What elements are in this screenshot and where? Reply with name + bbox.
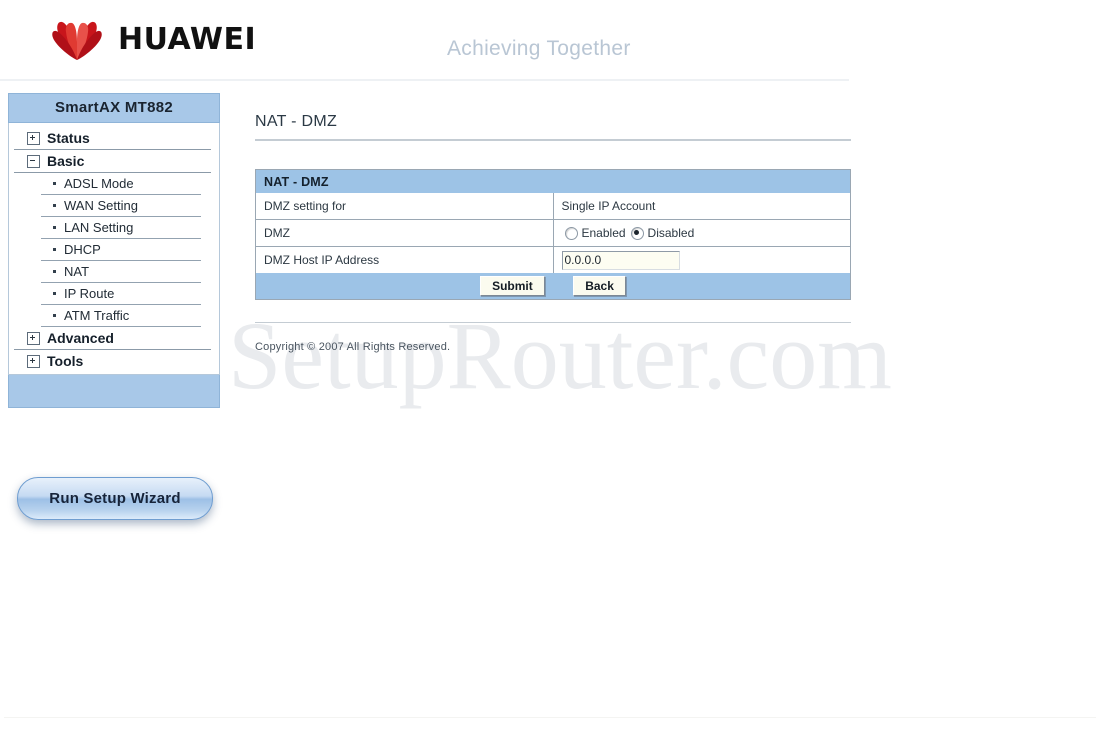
run-setup-wizard-button[interactable]: Run Setup Wizard [17,477,213,520]
plus-box-icon[interactable] [27,354,40,368]
sidebar-item-nat[interactable]: NAT [41,261,201,283]
sidebar-item-label: ATM Traffic [64,308,130,323]
huawei-flower-logo-icon [46,18,108,62]
bullet-icon [53,248,56,251]
content-divider [255,322,851,323]
dmz-setting-for-label: DMZ setting for [255,193,554,220]
page-title: NAT - DMZ [255,113,851,141]
sidebar-item-label: Basic [47,153,85,169]
slogan-text: Achieving Together [447,37,631,60]
sidebar-item-label: Tools [47,353,84,369]
main-content: NAT - DMZ NAT - DMZ DMZ setting for Sing… [255,113,851,353]
minus-box-icon[interactable] [27,154,40,168]
bullet-icon [53,226,56,229]
sidebar-item-label: Status [47,130,90,146]
sidebar-item-label: Advanced [47,330,114,346]
bullet-icon [53,270,56,273]
dmz-disabled-option[interactable]: Disabled [630,226,695,240]
sidebar-item-label: IP Route [64,286,115,301]
sidebar-title: SmartAX MT882 [8,93,220,123]
panel-header-row: NAT - DMZ [255,169,851,193]
sidebar-item-lan-setting[interactable]: LAN Setting [41,217,201,239]
dmz-host-ip-input[interactable] [561,250,680,270]
sidebar-item-label: DHCP [64,242,101,257]
panel-actions: Submit Back [255,273,851,300]
radio-unchecked-icon[interactable] [564,226,578,240]
copyright-text: Copyright © 2007 All Rights Reserved. [255,341,451,353]
page-bottom-divider [4,717,1096,718]
sidebar-item-label: WAN Setting [64,198,138,213]
sidebar-item-label: NAT [64,264,90,279]
bullet-icon [53,292,56,295]
sidebar-item-advanced[interactable]: Advanced [14,327,211,350]
plus-box-icon[interactable] [27,131,40,145]
brand-text: HUAWEI [118,22,257,57]
dmz-label: DMZ [255,219,554,247]
panel-footer-row: Submit Back [255,273,851,300]
dmz-enabled-option[interactable]: Enabled [564,226,626,240]
table-row: DMZ setting for Single IP Account [255,193,851,220]
sidebar-item-label: LAN Setting [64,220,134,235]
sidebar: SmartAX MT882 Status Basic ADSL Mode WAN… [8,93,220,408]
dmz-host-ip-label: DMZ Host IP Address [255,246,554,273]
table-row: DMZ Enabled Disabled [255,219,851,247]
dmz-setting-for-value: Single IP Account [553,193,851,220]
plus-box-icon[interactable] [27,331,40,345]
sidebar-item-basic[interactable]: Basic [14,150,211,173]
panel-title: NAT - DMZ [255,169,851,193]
dmz-host-ip-cell [553,246,851,273]
run-setup-wizard-label: Run Setup Wizard [49,490,181,507]
nat-dmz-panel: NAT - DMZ DMZ setting for Single IP Acco… [255,169,851,300]
page-header: HUAWEI Achieving Together [0,0,849,81]
sidebar-menu: Status Basic ADSL Mode WAN Setting LAN S… [8,123,220,375]
dmz-radio-group: Enabled Disabled [562,226,851,240]
huawei-logo: HUAWEI [46,18,256,62]
sidebar-item-atm-traffic[interactable]: ATM Traffic [41,305,201,327]
sidebar-item-status[interactable]: Status [14,127,211,150]
bullet-icon [53,204,56,207]
table-row: DMZ Host IP Address [255,246,851,273]
sidebar-item-wan-setting[interactable]: WAN Setting [41,195,201,217]
submit-button[interactable]: Submit [480,276,545,296]
back-button[interactable]: Back [573,276,626,296]
dmz-enabled-label: Enabled [581,226,626,240]
sidebar-item-tools[interactable]: Tools [14,350,211,372]
sidebar-item-ip-route[interactable]: IP Route [41,283,201,305]
radio-checked-icon[interactable] [630,226,644,240]
bullet-icon [53,314,56,317]
dmz-disabled-label: Disabled [647,226,695,240]
sidebar-footer-bar [8,375,220,408]
sidebar-item-label: ADSL Mode [64,176,134,191]
sidebar-item-dhcp[interactable]: DHCP [41,239,201,261]
bullet-icon [53,182,56,185]
dmz-radio-cell: Enabled Disabled [553,219,851,247]
sidebar-item-adsl-mode[interactable]: ADSL Mode [41,173,201,195]
